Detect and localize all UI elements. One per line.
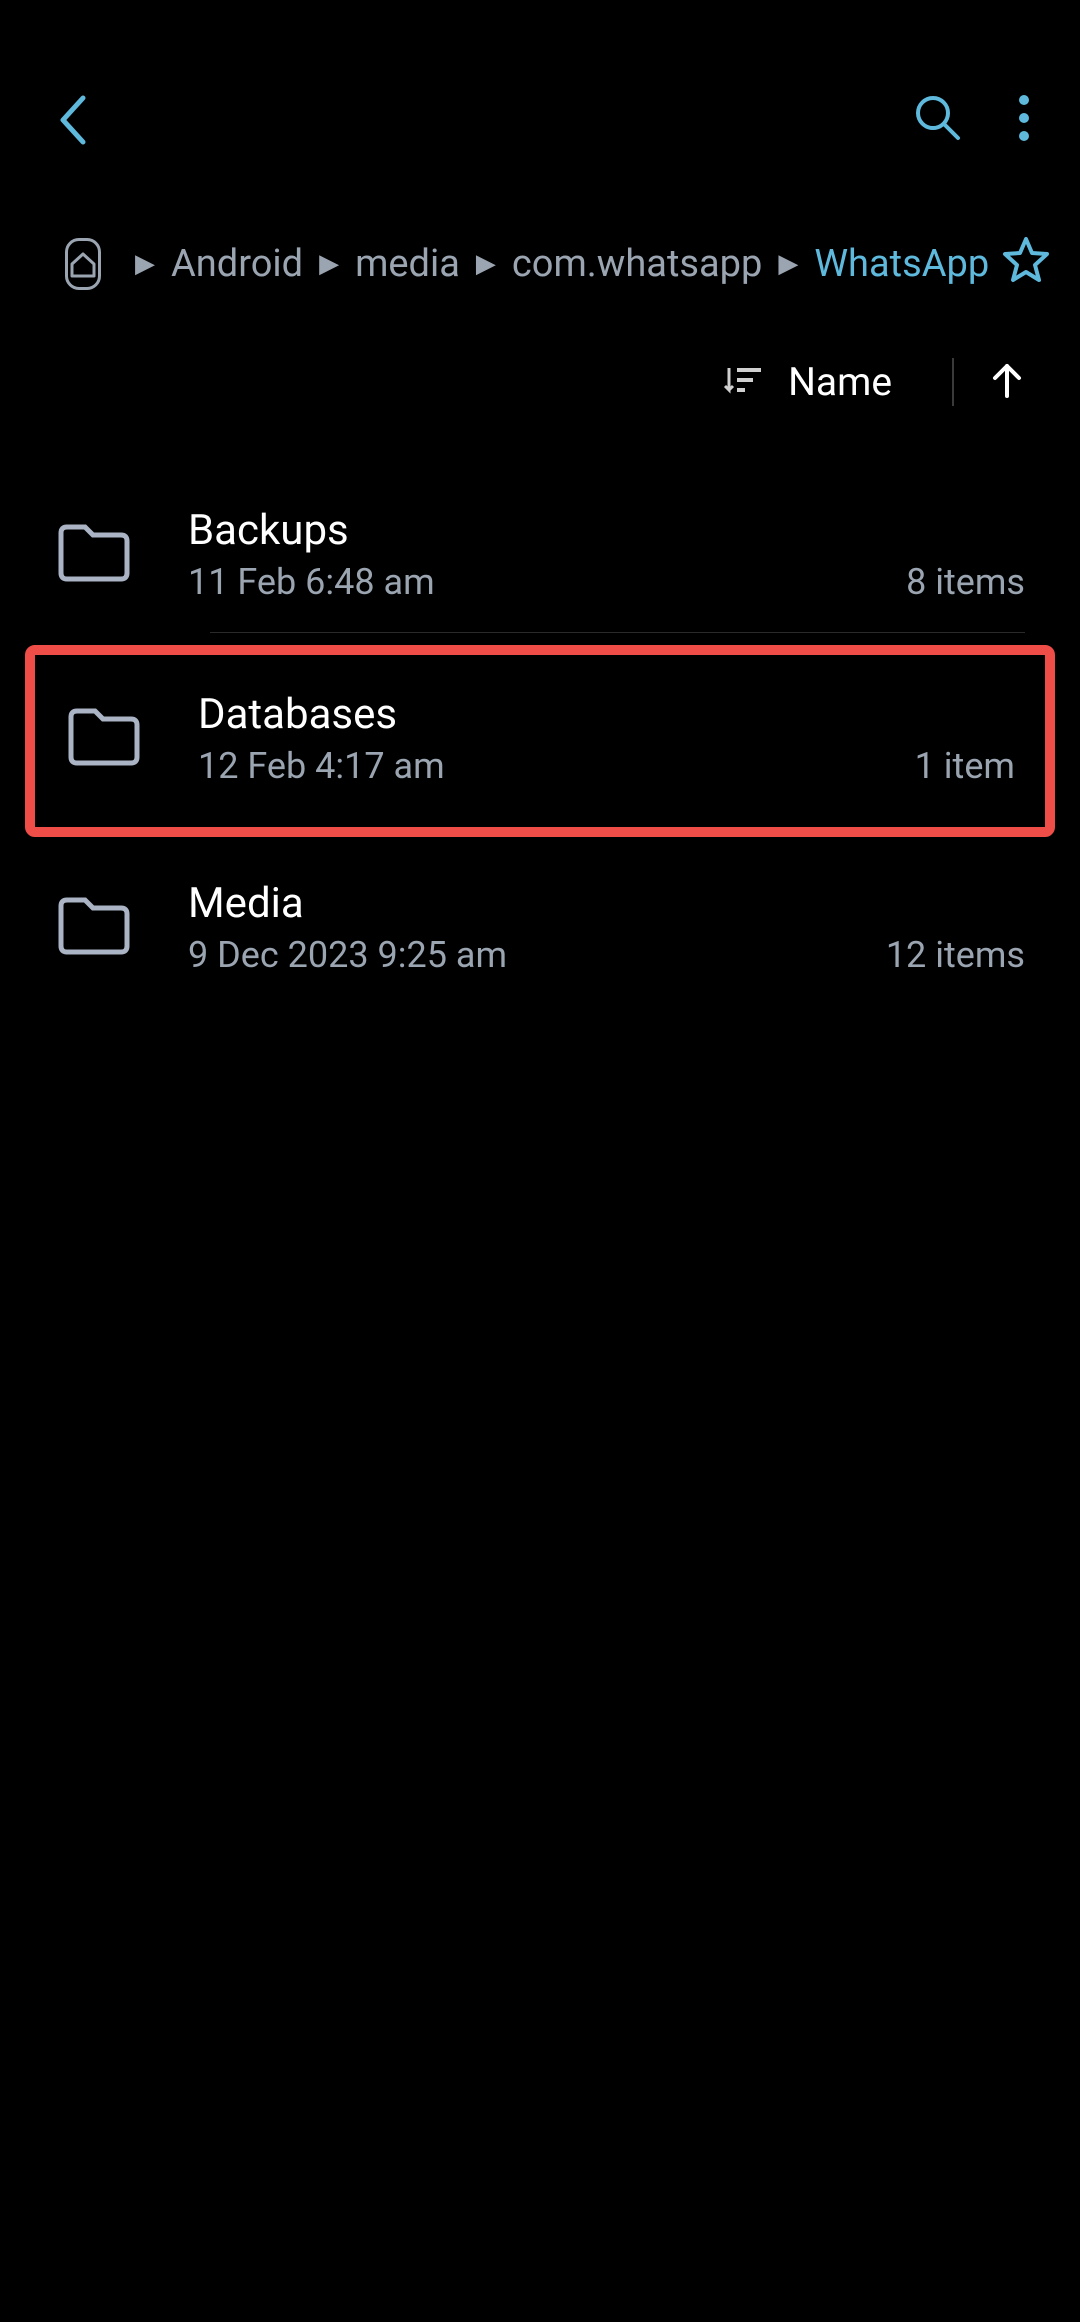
- arrow-up-icon: [989, 360, 1025, 400]
- divider: [952, 358, 954, 406]
- folder-item[interactable]: Databases 12 Feb 4:17 am 1 item: [25, 645, 1055, 837]
- folder-icon: [55, 894, 133, 962]
- folder-icon: [55, 521, 133, 589]
- toolbar: [0, 0, 1080, 180]
- breadcrumb-item[interactable]: com.whatsapp: [512, 242, 762, 286]
- folder-name: Media: [188, 879, 1025, 928]
- folder-count: 12 items: [886, 934, 1025, 976]
- breadcrumb-separator-icon: ▶: [319, 249, 339, 279]
- folder-item[interactable]: Media 9 Dec 2023 9:25 am 12 items: [0, 849, 1080, 1006]
- folder-date: 12 Feb 4:17 am: [198, 745, 445, 787]
- star-icon: [1001, 235, 1051, 283]
- home-button[interactable]: [65, 238, 101, 290]
- back-button[interactable]: [55, 90, 91, 150]
- folder-name: Backups: [188, 506, 1025, 555]
- home-icon: [68, 250, 98, 278]
- folder-item[interactable]: Backups 11 Feb 6:48 am 8 items: [0, 476, 1080, 633]
- sort-label[interactable]: Name: [788, 359, 927, 405]
- sort-button[interactable]: [723, 362, 763, 402]
- folder-name: Databases: [198, 690, 1015, 739]
- sort-icon: [723, 362, 763, 398]
- search-button[interactable]: [913, 93, 963, 147]
- folder-content: Media 9 Dec 2023 9:25 am 12 items: [188, 879, 1025, 976]
- breadcrumb-item-current: WhatsApp: [814, 242, 989, 286]
- sort-bar: Name: [0, 323, 1080, 441]
- more-menu-button[interactable]: [1018, 94, 1030, 146]
- breadcrumb-separator-icon: ▶: [476, 249, 496, 279]
- search-icon: [913, 93, 963, 143]
- breadcrumb-separator-icon: ▶: [778, 249, 798, 279]
- divider: [210, 632, 1025, 633]
- breadcrumb: ▶ Android ▶ media ▶ com.whatsapp ▶ Whats…: [0, 180, 1080, 323]
- sort-direction-button[interactable]: [989, 360, 1025, 404]
- breadcrumb-separator-icon: ▶: [135, 249, 155, 279]
- folder-content: Databases 12 Feb 4:17 am 1 item: [198, 690, 1015, 787]
- file-list: Backups 11 Feb 6:48 am 8 items Databases…: [0, 441, 1080, 1006]
- folder-content: Backups 11 Feb 6:48 am 8 items: [188, 506, 1025, 603]
- more-vertical-icon: [1018, 94, 1030, 142]
- folder-count: 1 item: [915, 745, 1015, 787]
- folder-icon: [65, 705, 143, 773]
- folder-date: 11 Feb 6:48 am: [188, 561, 435, 603]
- folder-count: 8 items: [906, 561, 1025, 603]
- favorite-button[interactable]: [1001, 235, 1051, 293]
- breadcrumb-item[interactable]: Android: [171, 242, 303, 286]
- folder-date: 9 Dec 2023 9:25 am: [188, 934, 507, 976]
- breadcrumb-item[interactable]: media: [355, 242, 460, 286]
- chevron-left-icon: [55, 90, 91, 150]
